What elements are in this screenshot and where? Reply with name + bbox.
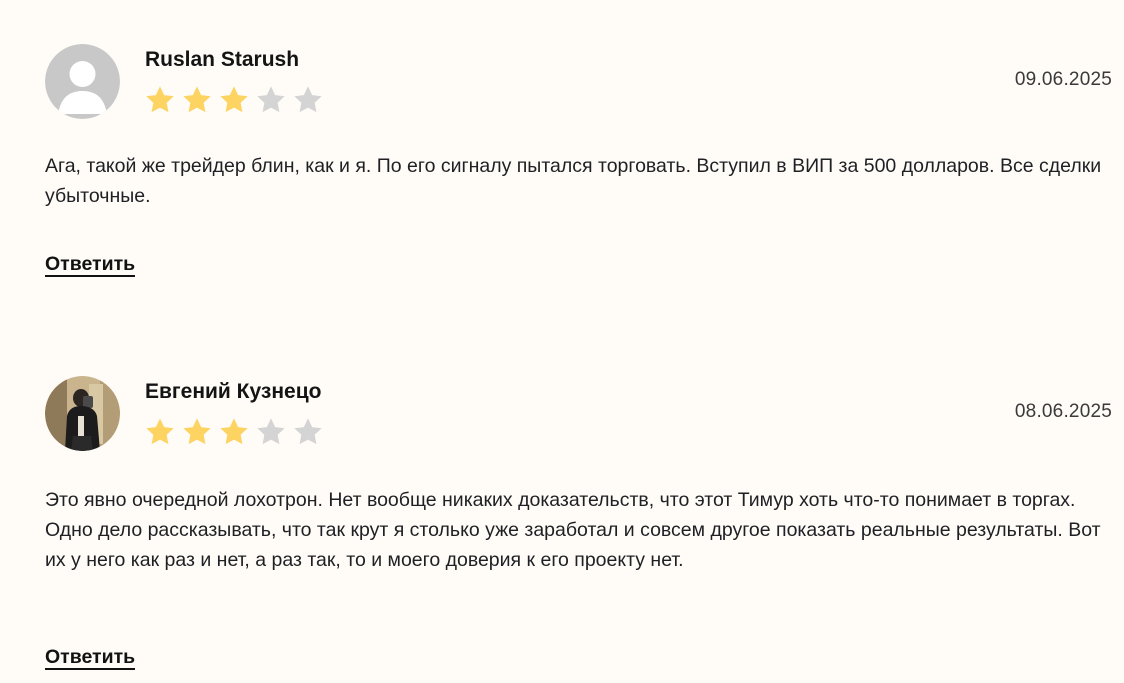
review-item: Ruslan Starush 09.06.2025 Ага, такой же … <box>45 44 1112 277</box>
star-filled-icon <box>146 86 174 113</box>
reply-link[interactable]: Ответить <box>45 253 136 277</box>
review-item: Евгений Кузнецо 08.06.2025 Это явно очер… <box>45 376 1112 670</box>
review-author: Ruslan Starush <box>145 48 300 71</box>
review-date: 08.06.2025 <box>1014 401 1112 422</box>
star-empty-icon <box>257 86 285 113</box>
star-empty-icon <box>294 418 322 445</box>
review-author: Евгений Кузнецо <box>145 380 322 403</box>
star-empty-icon <box>294 86 322 113</box>
star-empty-icon <box>257 418 285 445</box>
reviews-list: Ruslan Starush 09.06.2025 Ага, такой же … <box>0 0 1124 683</box>
star-filled-icon <box>183 86 211 113</box>
star-filled-icon <box>220 86 248 113</box>
review-header: Ruslan Starush 09.06.2025 <box>45 44 1112 119</box>
review-text: Ага, такой же трейдер блин, как и я. По … <box>45 155 1102 207</box>
star-rating <box>144 84 324 116</box>
review-date: 09.06.2025 <box>1014 69 1112 90</box>
star-filled-icon <box>220 418 248 445</box>
reply-link[interactable]: Ответить <box>45 646 136 670</box>
star-filled-icon <box>146 418 174 445</box>
star-filled-icon <box>183 418 211 445</box>
review-text: Это явно очередной лохотрон. Нет вообще … <box>45 489 1101 571</box>
review-header: Евгений Кузнецо 08.06.2025 <box>45 376 1112 451</box>
user-photo-avatar <box>45 376 120 451</box>
default-user-avatar-icon <box>45 44 120 119</box>
star-rating <box>144 416 324 448</box>
